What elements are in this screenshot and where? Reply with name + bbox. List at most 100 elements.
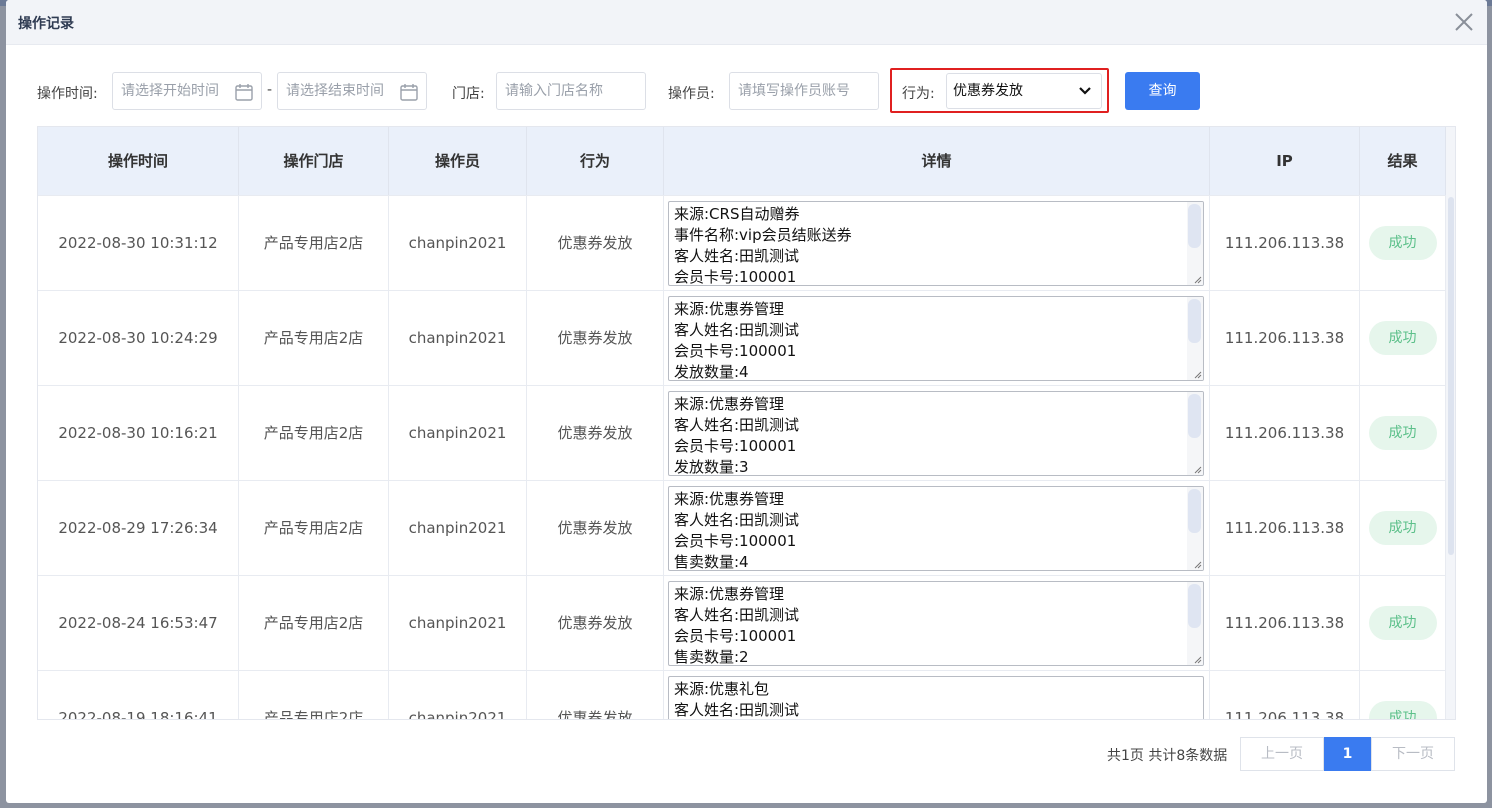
resize-grip-icon[interactable] xyxy=(1192,559,1202,569)
details-scrollbar[interactable] xyxy=(1187,582,1203,665)
operation-log-dialog: 操作记录 操作时间: 请选择开始时间 - 请选择结束时间 门店: 请输入门店名称… xyxy=(6,0,1487,803)
detail-line: 售卖数量:4 xyxy=(674,553,749,571)
cell-time: 2022-08-19 18:16:41 xyxy=(38,671,239,719)
detail-line: 客人姓名:田凯测试 xyxy=(674,321,800,339)
close-button[interactable] xyxy=(1451,9,1477,35)
details-textarea[interactable]: 来源:优惠券管理 客人姓名:田凯测试 会员卡号:100001 发放数量:4 xyxy=(668,296,1204,381)
cell-operator: chanpin2021 xyxy=(389,576,527,671)
time-filter-label: 操作时间: xyxy=(37,86,98,102)
resize-grip-icon[interactable] xyxy=(1192,464,1202,474)
calendar-icon xyxy=(235,84,253,101)
start-time-input[interactable]: 请选择开始时间 xyxy=(112,72,262,110)
store-filter-label: 门店: xyxy=(452,86,485,102)
cell-time: 2022-08-24 16:53:47 xyxy=(38,576,239,671)
cell-action: 优惠券发放 xyxy=(527,481,664,576)
details-textarea[interactable]: 来源:优惠券管理 客人姓名:田凯测试 会员卡号:100001 售卖数量:4 xyxy=(668,486,1204,571)
cell-ip: 111.206.113.38 xyxy=(1210,481,1360,576)
detail-line: 客人姓名:田凯测试 xyxy=(674,511,800,529)
cell-store: 产品专用店2店 xyxy=(239,291,389,386)
details-scrollbar[interactable] xyxy=(1187,487,1203,570)
table-scrollbar-thumb[interactable] xyxy=(1448,197,1454,555)
details-scrollbar[interactable] xyxy=(1187,392,1203,475)
table-row: 2022-08-19 18:16:41 产品专用店2店 chanpin2021 … xyxy=(38,670,1455,719)
close-icon xyxy=(1455,13,1473,31)
store-input[interactable]: 请输入门店名称 xyxy=(496,72,646,110)
details-scrollbar-thumb[interactable] xyxy=(1188,394,1201,438)
cell-store: 产品专用店2店 xyxy=(239,481,389,576)
cell-operator: chanpin2021 xyxy=(389,671,527,719)
detail-line: 发放数量:4 xyxy=(674,363,749,381)
detail-line: 来源:优惠券管理 xyxy=(674,395,785,413)
prev-page-button[interactable]: 上一页 xyxy=(1240,737,1324,771)
detail-line: 客人姓名:田凯测试 xyxy=(674,701,800,719)
cell-store: 产品专用店2店 xyxy=(239,386,389,481)
column-header-details: 详情 xyxy=(664,127,1210,195)
details-scrollbar-thumb[interactable] xyxy=(1188,299,1201,343)
details-textarea[interactable]: 来源:优惠券管理 客人姓名:田凯测试 会员卡号:100001 售卖数量:2 xyxy=(668,581,1204,666)
dialog-title: 操作记录 xyxy=(18,16,74,32)
detail-line: 客人姓名:田凯测试 xyxy=(674,606,800,624)
calendar-icon xyxy=(400,84,418,101)
table-row: 2022-08-30 10:16:21 产品专用店2店 chanpin2021 … xyxy=(38,385,1455,481)
cell-result: 成功 xyxy=(1360,481,1446,576)
cell-ip: 111.206.113.38 xyxy=(1210,576,1360,671)
operator-input[interactable]: 请填写操作员账号 xyxy=(729,72,879,110)
pagination-summary: 共1页 共计8条数据 xyxy=(1107,748,1228,764)
end-time-input[interactable]: 请选择结束时间 xyxy=(277,72,427,110)
cell-time: 2022-08-30 10:31:12 xyxy=(38,196,239,291)
cell-result: 成功 xyxy=(1360,291,1446,386)
details-textarea[interactable]: 来源:优惠券管理 客人姓名:田凯测试 会员卡号:100001 发放数量:3 xyxy=(668,391,1204,476)
details-scrollbar-thumb[interactable] xyxy=(1188,204,1201,248)
cell-details: 来源:优惠礼包 客人姓名:田凯测试 xyxy=(664,671,1210,719)
table-scrollbar[interactable] xyxy=(1446,127,1455,719)
cell-ip: 111.206.113.38 xyxy=(1210,671,1360,719)
cell-action: 优惠券发放 xyxy=(527,291,664,386)
cell-details: 来源:优惠券管理 客人姓名:田凯测试 会员卡号:100001 售卖数量:4 xyxy=(664,481,1210,576)
detail-line: 发放数量:3 xyxy=(674,458,749,476)
action-filter-highlight xyxy=(890,68,1109,113)
table-row: 2022-08-24 16:53:47 产品专用店2店 chanpin2021 … xyxy=(38,575,1455,671)
detail-line: 会员卡号:100001 xyxy=(674,437,797,455)
time-range-separator: - xyxy=(267,82,273,98)
table-body: 2022-08-30 10:31:12 产品专用店2店 chanpin2021 … xyxy=(38,195,1455,719)
cell-details: 来源:优惠券管理 客人姓名:田凯测试 会员卡号:100001 售卖数量:2 xyxy=(664,576,1210,671)
detail-line: 来源:优惠礼包 xyxy=(674,680,770,698)
end-time-placeholder: 请选择结束时间 xyxy=(286,83,384,99)
column-header-time: 操作时间 xyxy=(38,127,239,195)
details-textarea[interactable]: 来源:优惠礼包 客人姓名:田凯测试 xyxy=(668,676,1204,719)
next-page-button[interactable]: 下一页 xyxy=(1371,737,1455,771)
details-scrollbar-thumb[interactable] xyxy=(1188,489,1201,533)
detail-line: 会员卡号:100001 xyxy=(674,268,797,286)
cell-details: 来源:优惠券管理 客人姓名:田凯测试 会员卡号:100001 发放数量:3 xyxy=(664,386,1210,481)
cell-result: 成功 xyxy=(1360,196,1446,291)
column-header-store: 操作门店 xyxy=(239,127,389,195)
cell-store: 产品专用店2店 xyxy=(239,196,389,291)
details-scrollbar[interactable] xyxy=(1187,202,1203,285)
column-header-result: 结果 xyxy=(1360,127,1446,195)
detail-line: 来源:优惠券管理 xyxy=(674,300,785,318)
detail-line: 会员卡号:100001 xyxy=(674,627,797,645)
cell-details: 来源:优惠券管理 客人姓名:田凯测试 会员卡号:100001 发放数量:4 xyxy=(664,291,1210,386)
operator-input-placeholder: 请填写操作员账号 xyxy=(738,83,850,99)
resize-grip-icon[interactable] xyxy=(1192,274,1202,284)
dialog-header: 操作记录 xyxy=(6,0,1487,45)
column-header-action: 行为 xyxy=(527,127,664,195)
resize-grip-icon[interactable] xyxy=(1192,654,1202,664)
cell-action: 优惠券发放 xyxy=(527,671,664,719)
cell-ip: 111.206.113.38 xyxy=(1210,291,1360,386)
status-badge: 成功 xyxy=(1368,511,1437,545)
cell-ip: 111.206.113.38 xyxy=(1210,386,1360,481)
detail-line: 客人姓名:田凯测试 xyxy=(674,416,800,434)
page-number-current[interactable]: 1 xyxy=(1324,737,1371,771)
query-button[interactable]: 查询 xyxy=(1125,72,1200,110)
cell-result: 成功 xyxy=(1360,576,1446,671)
details-textarea[interactable]: 来源:CRS自动赠券 事件名称:vip会员结账送券 客人姓名:田凯测试 会员卡号… xyxy=(668,201,1204,286)
detail-line: 会员卡号:100001 xyxy=(674,532,797,550)
details-scrollbar-thumb[interactable] xyxy=(1188,584,1201,628)
details-scrollbar[interactable] xyxy=(1187,297,1203,380)
detail-line: 客人姓名:田凯测试 xyxy=(674,247,800,265)
detail-line: 售卖数量:2 xyxy=(674,648,749,666)
cell-action: 优惠券发放 xyxy=(527,386,664,481)
resize-grip-icon[interactable] xyxy=(1192,369,1202,379)
cell-time: 2022-08-30 10:24:29 xyxy=(38,291,239,386)
